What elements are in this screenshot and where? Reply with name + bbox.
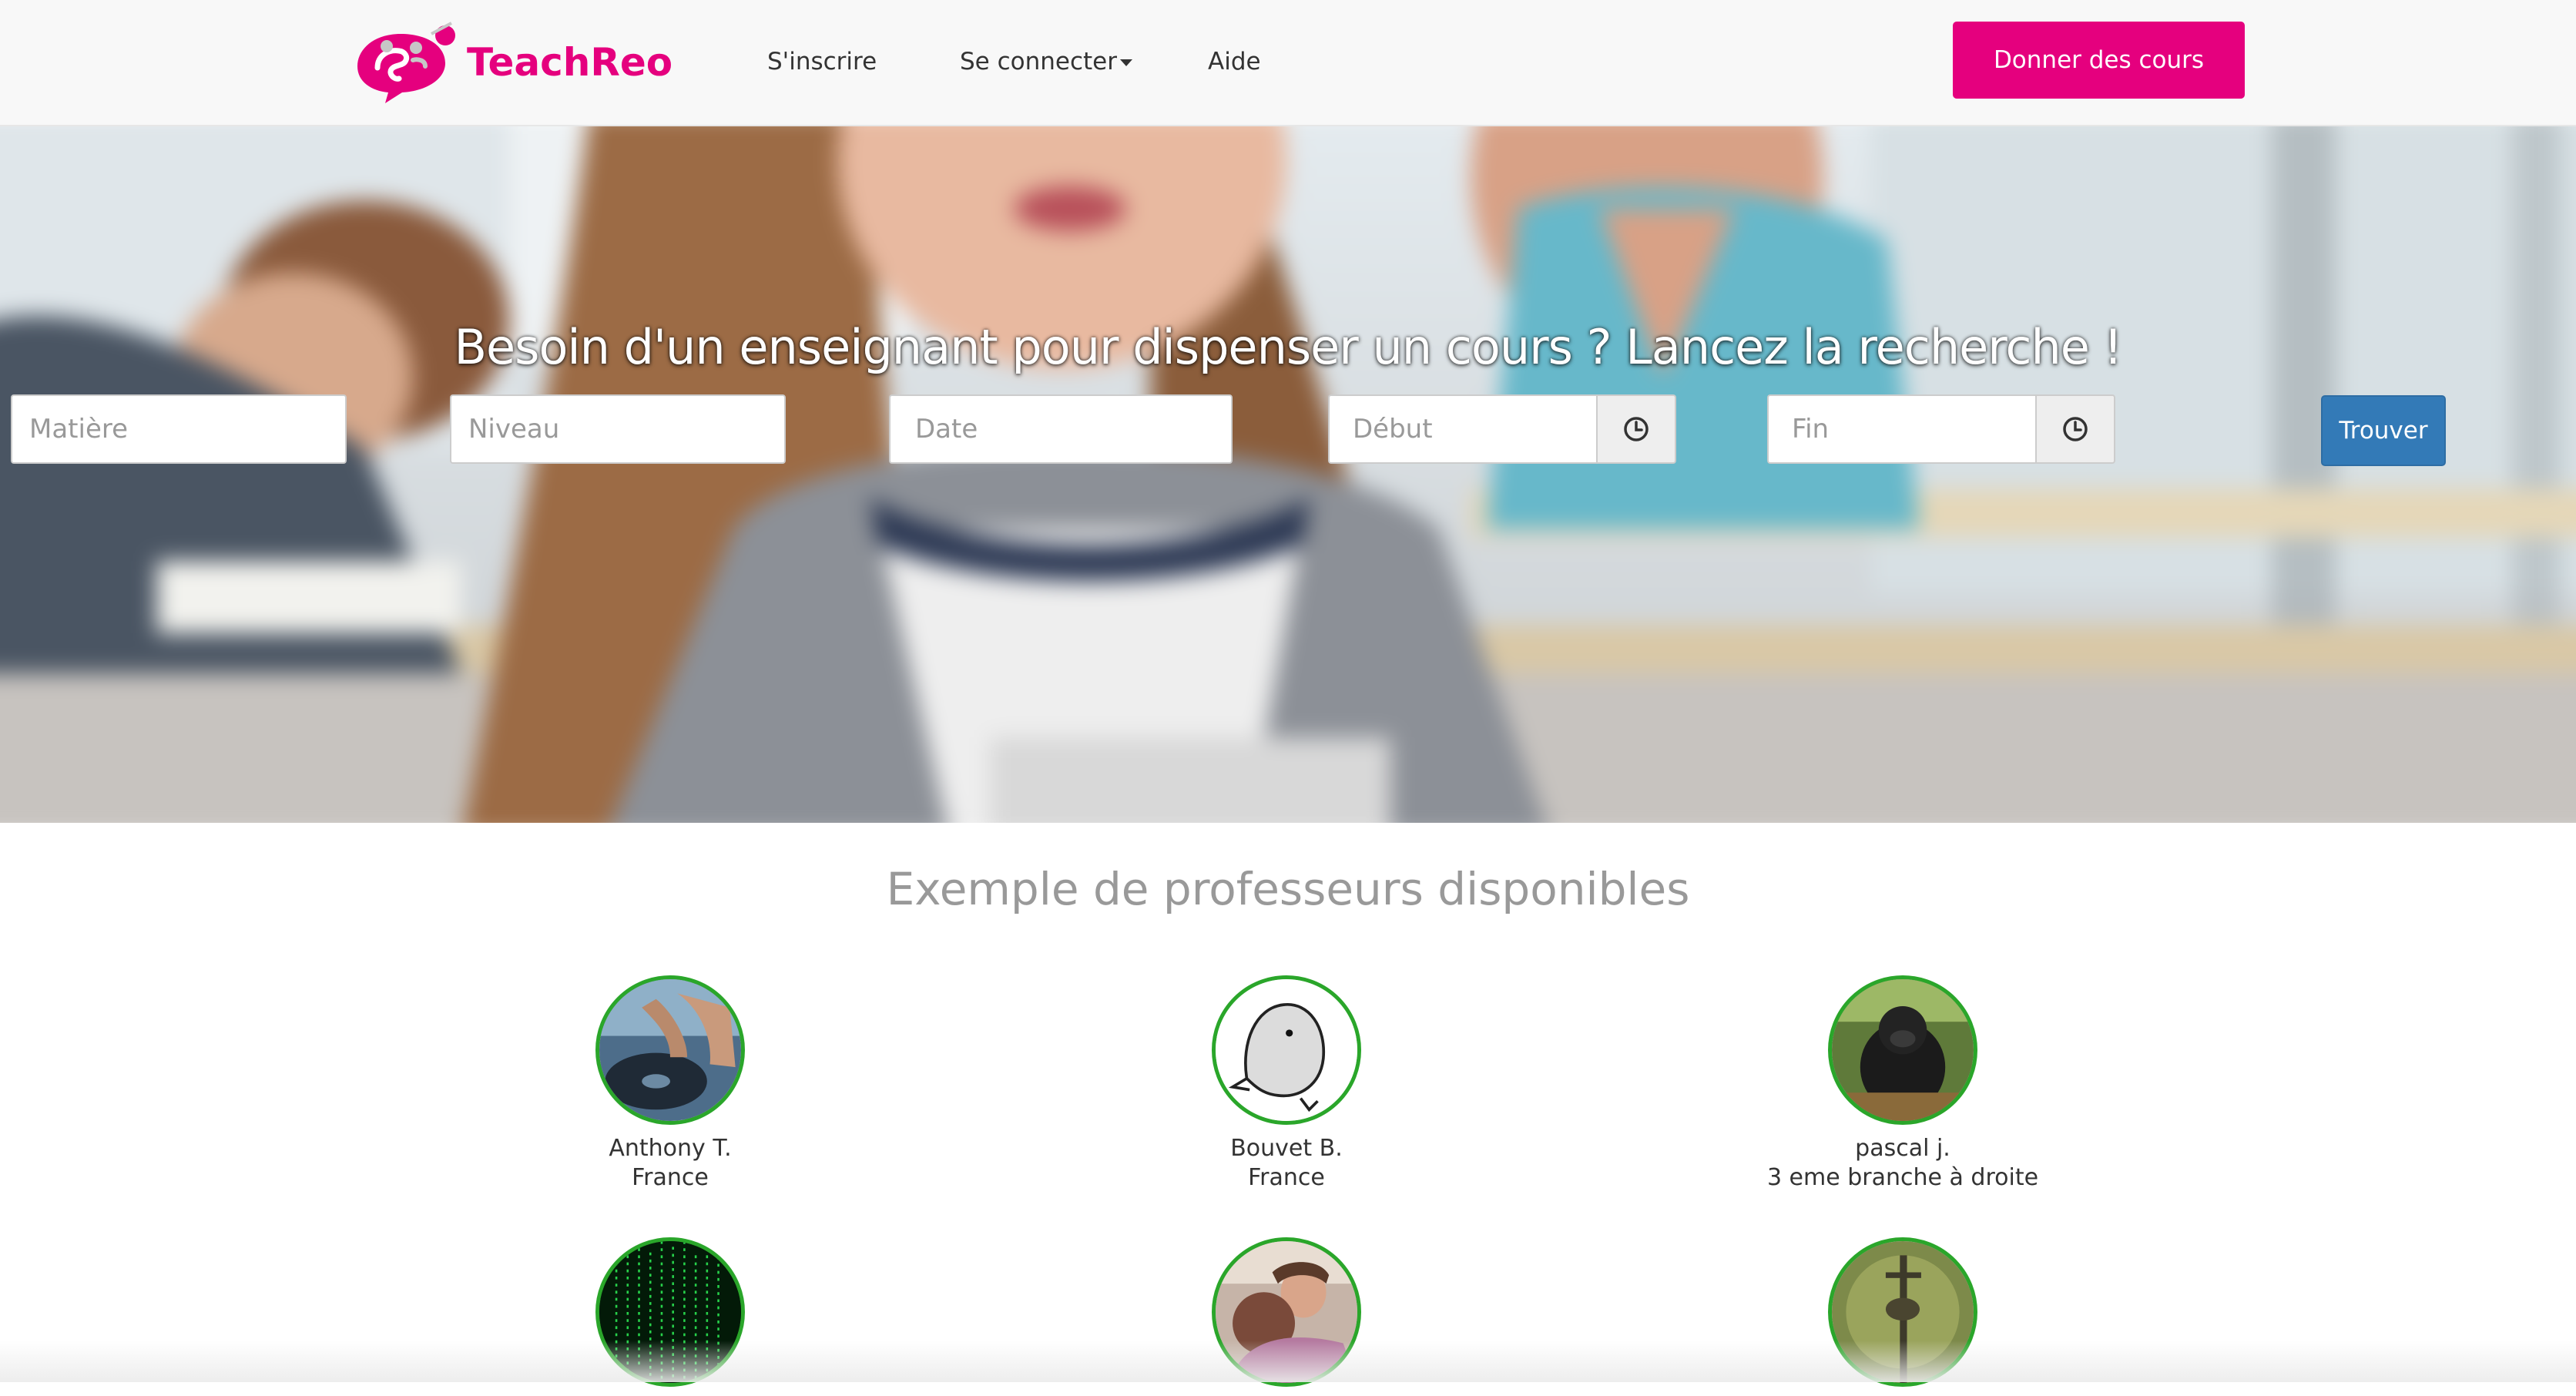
- teacher-location: France: [632, 1164, 709, 1191]
- start-clock-button[interactable]: [1596, 394, 1676, 464]
- teacher-avatar: [1212, 1237, 1361, 1387]
- teacher-location: France: [1248, 1164, 1325, 1191]
- teachreo-logo-icon: [357, 22, 455, 103]
- subject-input[interactable]: [11, 394, 347, 464]
- teacher-card[interactable]: [1055, 1237, 1518, 1396]
- teacher-card[interactable]: pascal j. 3 eme branche à droite: [1672, 975, 2134, 1193]
- teacher-card[interactable]: [1672, 1237, 2134, 1396]
- clock-icon: [2063, 417, 2088, 441]
- teachers-section-title: Exemple de professeurs disponibles: [886, 863, 1690, 915]
- hug-photo-icon: [1216, 1241, 1357, 1383]
- teacher-card[interactable]: [439, 1237, 901, 1396]
- end-time-input[interactable]: [1767, 394, 2035, 464]
- hero-title: Besoin d'un enseignant pour dispenser un…: [454, 319, 2123, 375]
- brand-name: TeachReo: [467, 40, 673, 85]
- brand-logo-link[interactable]: TeachReo: [354, 20, 673, 105]
- teacher-name: pascal j.: [1855, 1135, 1950, 1162]
- date-input[interactable]: [889, 394, 1233, 464]
- matrix-code-icon: [599, 1241, 741, 1383]
- teacher-avatar: [595, 975, 745, 1125]
- caret-down-icon: [1120, 59, 1132, 66]
- turntable-photo-icon: [599, 979, 741, 1121]
- give-courses-button[interactable]: Donner des cours: [1953, 22, 2245, 99]
- teacher-card[interactable]: Bouvet B. France: [1055, 975, 1518, 1193]
- end-time-group: [1767, 394, 2115, 464]
- hero-section: Besoin d'un enseignant pour dispenser un…: [0, 126, 2576, 823]
- teacher-avatar: [595, 1237, 745, 1387]
- hero-background-image: [0, 126, 2576, 823]
- nav-login-dropdown[interactable]: Se connecter: [960, 40, 1132, 83]
- clock-icon: [1624, 417, 1649, 441]
- teacher-avatar: [1828, 975, 1977, 1125]
- forest-photo-icon: [1832, 1241, 1974, 1383]
- nav-signup-link[interactable]: S'inscrire: [767, 40, 877, 83]
- bird-drawing-icon: [1216, 979, 1357, 1121]
- navbar: TeachReo S'inscrire Se connecter Aide Do…: [0, 0, 2576, 126]
- teacher-avatar: [1828, 1237, 1977, 1387]
- monkey-photo-icon: [1832, 979, 1974, 1121]
- start-time-group: [1328, 394, 1676, 464]
- teacher-card[interactable]: Anthony T. France: [439, 975, 901, 1193]
- nav-help-link[interactable]: Aide: [1208, 40, 1261, 83]
- nav-login-label: Se connecter: [960, 48, 1117, 76]
- teacher-location: 3 eme branche à droite: [1766, 1164, 2039, 1191]
- teacher-name: Anthony T.: [609, 1135, 732, 1162]
- search-button[interactable]: Trouver: [2321, 395, 2446, 466]
- teacher-name: Bouvet B.: [1230, 1135, 1343, 1162]
- end-clock-button[interactable]: [2035, 394, 2115, 464]
- teacher-avatar: [1212, 975, 1361, 1125]
- level-input[interactable]: [450, 394, 786, 464]
- start-time-input[interactable]: [1328, 394, 1596, 464]
